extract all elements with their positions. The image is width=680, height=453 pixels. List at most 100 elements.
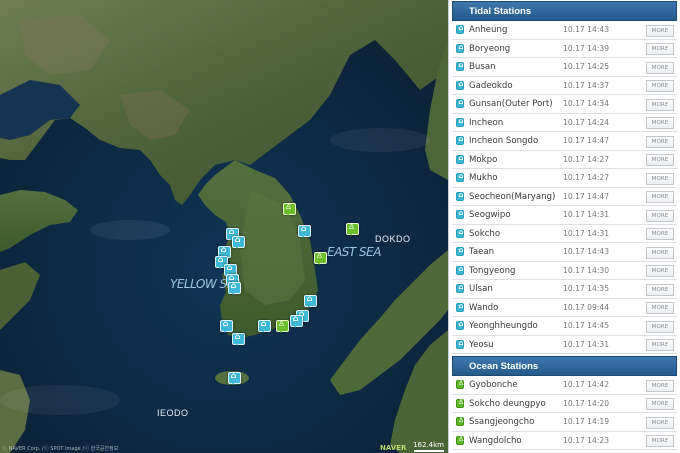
more-button[interactable]: MORE	[646, 80, 674, 92]
map-marker-tidal[interactable]: ⌂	[290, 314, 303, 328]
station-name[interactable]: Anheung	[469, 21, 507, 39]
station-timestamp: 10.17 14:37	[563, 80, 610, 90]
station-name[interactable]: Incheon Songdo	[469, 132, 538, 150]
tidal-station-row[interactable]: ⌂ Tongyeong 10.17 14:30 MORE	[452, 262, 677, 280]
more-button[interactable]: MORE	[646, 379, 674, 392]
station-timestamp: 10.17 14:25	[563, 62, 610, 71]
tide-station-icon: ⌂	[456, 265, 464, 275]
tide-station-icon: ⌂	[456, 24, 464, 34]
station-name[interactable]: Gunsan(Outer Port)	[469, 95, 553, 113]
tidal-station-row[interactable]: ⌂ Anheung 10.17 14:43 MORE	[452, 21, 677, 40]
station-name[interactable]: Boryeong	[469, 40, 510, 58]
station-name[interactable]: Mokpo	[469, 151, 497, 169]
map-marker-ocean[interactable]: ♙	[276, 319, 289, 333]
more-button[interactable]: MORE	[646, 117, 674, 129]
station-name[interactable]: Tongyeong	[469, 262, 515, 280]
tidal-station-row[interactable]: ⌂ Gadeokdo 10.17 14:37 MORE	[452, 77, 677, 95]
more-button[interactable]: MORE	[646, 283, 674, 296]
station-name[interactable]: Busan	[469, 58, 496, 76]
tidal-station-row[interactable]: ⌂ Boryeong 10.17 14:39 MORE	[452, 40, 677, 58]
more-button[interactable]: MORE	[646, 98, 674, 111]
station-name[interactable]: Wando	[469, 299, 498, 317]
naver-logo: NAVER	[380, 444, 407, 452]
map-marker-ocean[interactable]: ♙	[283, 202, 296, 216]
station-timestamp: 10.17 14:24	[563, 117, 610, 127]
more-button[interactable]: MORE	[646, 191, 674, 203]
tidal-station-row[interactable]: ⌂ Busan 10.17 14:25 MORE	[452, 58, 677, 77]
station-name[interactable]: Mukho	[469, 169, 498, 187]
map-marker-tidal[interactable]: ⌂	[232, 332, 245, 346]
station-list-panel: Tidal Stations ⌂ Anheung 10.17 14:43 MORE ⌂ B…	[448, 0, 680, 453]
station-timestamp: 10.17 14:42	[563, 380, 610, 389]
more-button[interactable]: MORE	[646, 61, 674, 74]
map-scale-bar	[414, 450, 444, 452]
station-timestamp: 10.17 14:43	[563, 247, 610, 256]
tide-station-icon: ⌂	[456, 339, 464, 349]
ocean-station-row[interactable]: ♙ Sokcho deungpyo 10.17 14:20 MORE	[452, 395, 677, 413]
tidal-station-list: ⌂ Anheung 10.17 14:43 MORE ⌂ Boryeong 10.17 14…	[449, 21, 680, 354]
map-marker-tidal[interactable]: ⌂	[258, 319, 271, 333]
station-timestamp: 10.17 14:30	[563, 265, 610, 275]
station-name[interactable]: Wangdolcho	[469, 432, 522, 450]
station-name[interactable]: Taean	[469, 243, 494, 261]
more-button[interactable]: MORE	[646, 339, 674, 351]
more-button[interactable]: MORE	[646, 302, 674, 314]
tidal-station-row[interactable]: ⌂ Taean 10.17 14:43 MORE	[452, 243, 677, 262]
tidal-station-row[interactable]: ⌂ Seogwipo 10.17 14:31 MORE	[452, 206, 677, 225]
station-name[interactable]: Gadeokdo	[469, 77, 513, 95]
more-button[interactable]: MORE	[646, 246, 674, 259]
map-marker-tidal[interactable]: ⌂	[298, 224, 311, 238]
more-button[interactable]: MORE	[646, 24, 674, 37]
ocean-station-row[interactable]: ♙ Ssangjeongcho 10.17 14:19 MORE	[452, 413, 677, 432]
tidal-station-row[interactable]: ⌂ Gunsan(Outer Port) 10.17 14:34 MORE	[452, 95, 677, 114]
tidal-station-row[interactable]: ⌂ Yeonghheungdo 10.17 14:45 MORE	[452, 317, 677, 336]
map-marker-tidal[interactable]: ⌂	[228, 371, 241, 385]
station-timestamp: 10.17 14:34	[563, 99, 610, 108]
more-button[interactable]: MORE	[646, 265, 674, 277]
ocean-station-row[interactable]: ♙ Wangdolcho 10.17 14:23 MORE	[452, 432, 677, 450]
map-marker-ocean[interactable]: ♙	[346, 222, 359, 236]
station-name[interactable]: Sokcho deungpyo	[469, 395, 546, 413]
tide-station-icon: ⌂	[456, 117, 464, 127]
more-button[interactable]: MORE	[646, 135, 674, 148]
station-name[interactable]: Yeosu	[469, 336, 494, 354]
map-marker-tidal[interactable]: ⌂	[228, 281, 241, 295]
more-button[interactable]: MORE	[646, 209, 674, 222]
tidal-station-row[interactable]: ⌂ Seocheon(Maryang) 10.17 14:47 MORE	[452, 188, 677, 206]
tidal-station-row[interactable]: ⌂ Mukho 10.17 14:27 MORE	[452, 169, 677, 188]
map-marker-ocean[interactable]: ♙	[314, 251, 327, 265]
tidal-station-row[interactable]: ⌂ Sokcho 10.17 14:31 MORE	[452, 225, 677, 243]
more-button[interactable]: MORE	[646, 172, 674, 185]
station-name[interactable]: Ssangjeongcho	[469, 413, 534, 431]
more-button[interactable]: MORE	[646, 435, 674, 447]
satellite-map[interactable]: YELLOW SEA EAST SEA DOKDO IEODO ⌂ ⌂ ⌂ ⌂ …	[0, 0, 448, 453]
station-name[interactable]: Yeonghheungdo	[469, 317, 538, 335]
more-button[interactable]: MORE	[646, 43, 674, 55]
station-name[interactable]: Incheon	[469, 114, 503, 132]
map-marker-tidal[interactable]: ⌂	[232, 235, 245, 249]
station-name[interactable]: Seogwipo	[469, 206, 511, 224]
tidal-station-row[interactable]: ⌂ Ulsan 10.17 14:35 MORE	[452, 280, 677, 299]
more-button[interactable]: MORE	[646, 154, 674, 166]
ocean-station-row[interactable]: ♙ Gyobonche 10.17 14:42 MORE	[452, 376, 677, 395]
station-name[interactable]: Sokcho	[469, 225, 500, 243]
tidal-station-row[interactable]: ⌂ Yeosu 10.17 14:31 MORE	[452, 336, 677, 354]
map-marker-tidal[interactable]: ⌂	[220, 319, 233, 333]
dokdo-label: DOKDO	[375, 234, 411, 244]
more-button[interactable]: MORE	[646, 398, 674, 410]
more-button[interactable]: MORE	[646, 320, 674, 333]
tidal-station-row[interactable]: ⌂ Mokpo 10.17 14:27 MORE	[452, 151, 677, 169]
tidal-station-row[interactable]: ⌂ Incheon 10.17 14:24 MORE	[452, 114, 677, 132]
tidal-station-row[interactable]: ⌂ Wando 10.17 09:44 MORE	[452, 299, 677, 317]
tidal-station-row[interactable]: ⌂ Incheon Songdo 10.17 14:47 MORE	[452, 132, 677, 151]
more-button[interactable]: MORE	[646, 228, 674, 240]
tide-station-icon: ⌂	[456, 209, 464, 219]
tide-station-icon: ⌂	[456, 302, 464, 312]
ocean-stations-header: Ocean Stations	[452, 356, 677, 376]
more-button[interactable]: MORE	[646, 416, 674, 429]
map-marker-tidal[interactable]: ⌂	[304, 294, 317, 308]
station-timestamp: 10.17 14:31	[563, 210, 610, 219]
station-name[interactable]: Ulsan	[469, 280, 493, 298]
station-name[interactable]: Gyobonche	[469, 376, 518, 394]
station-name[interactable]: Seocheon(Maryang)	[469, 188, 555, 206]
